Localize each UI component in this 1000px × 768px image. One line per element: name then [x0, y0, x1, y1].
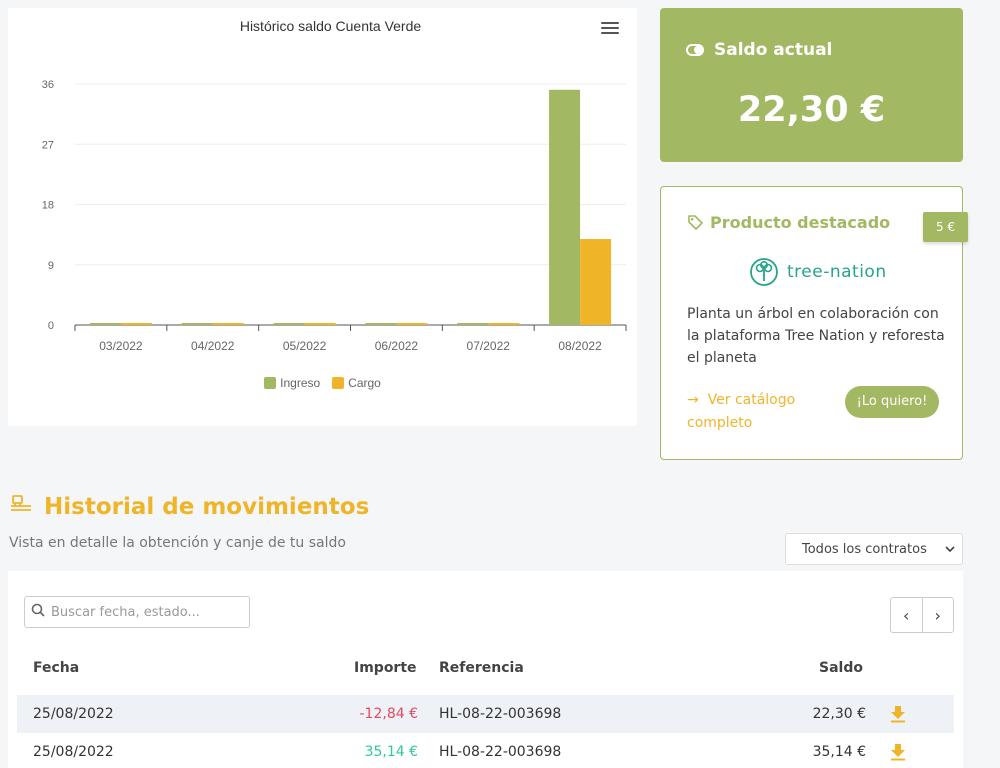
bar-cargo	[396, 323, 428, 325]
search-input[interactable]: Buscar fecha, estado...	[24, 596, 250, 628]
cell-importe: 35,14 €	[364, 744, 418, 760]
producto-title: Producto destacado	[710, 213, 891, 232]
price-badge: 5 €	[923, 212, 968, 242]
cell-fecha: 25/08/2022	[33, 706, 114, 722]
legend-item-cargo[interactable]: Cargo	[332, 376, 381, 390]
bar-cargo	[488, 323, 520, 325]
cell-importe: -12,84 €	[359, 706, 419, 722]
column-header-importe[interactable]: Importe	[354, 660, 417, 676]
bar-ingreso	[273, 323, 305, 325]
chart-title: Histórico saldo Cuenta Verde	[239, 18, 422, 34]
download-icon[interactable]	[890, 743, 906, 765]
y-tick-label: 36	[42, 79, 54, 91]
producto-header: Producto destacado	[687, 213, 890, 232]
producto-destacado-card: Producto destacado 5 € tree-nation Plant…	[660, 186, 968, 460]
cell-referencia: HL-08-22-003698	[439, 744, 562, 760]
bar-ingreso	[549, 89, 581, 325]
tree-nation-icon	[750, 258, 778, 286]
historial-heading: Historial de movimientos	[10, 494, 369, 520]
bar-chart: 0 9 18 27 36 03/2022 04/2022 05/2022 06/2022 07/2…	[42, 79, 627, 353]
y-tick-label: 18	[42, 200, 54, 212]
toggle-icon	[686, 44, 704, 56]
movimientos-table: Buscar fecha, estado... ‹ › Fecha Import…	[8, 571, 963, 768]
ledger-icon	[10, 494, 32, 520]
tag-icon	[687, 214, 704, 231]
historial-title: Historial de movimientos	[44, 494, 370, 520]
ver-catalogo-link[interactable]: → Ver catálogo completo	[687, 389, 817, 435]
cell-saldo: 22,30 €	[812, 706, 866, 722]
legend-label: Ingreso	[280, 376, 321, 390]
lo-quiero-button[interactable]: ¡Lo quiero!	[845, 386, 939, 418]
table-row: 25/08/2022 -12,84 € HL-08-22-003698 22,3…	[17, 695, 954, 733]
chevron-left-icon[interactable]: ‹	[891, 598, 922, 632]
x-tick-label: 05/2022	[283, 339, 327, 353]
cell-referencia: HL-08-22-003698	[439, 706, 562, 722]
saldo-header: Saldo actual	[686, 40, 832, 60]
download-icon[interactable]	[890, 705, 906, 727]
x-tick-label: 04/2022	[191, 339, 235, 353]
chevron-down-icon	[944, 542, 956, 560]
y-tick-label: 9	[48, 260, 54, 272]
bar-ingreso	[457, 323, 489, 325]
legend-swatch-icon	[264, 377, 277, 389]
contract-select[interactable]: Todos los contratos	[785, 533, 963, 565]
y-tick-label: 0	[48, 320, 54, 332]
bar-ingreso	[181, 323, 213, 325]
y-tick-label: 27	[42, 139, 54, 151]
saldo-actual-card: Saldo actual 22,30 €	[660, 8, 963, 162]
tree-nation-logo: tree-nation	[749, 257, 887, 287]
column-header-fecha[interactable]: Fecha	[33, 660, 79, 676]
column-header-referencia[interactable]: Referencia	[439, 660, 524, 676]
arrow-right-icon: →	[687, 392, 708, 408]
legend-label: Cargo	[348, 376, 381, 390]
cell-saldo: 35,14 €	[812, 744, 866, 760]
search-placeholder: Buscar fecha, estado...	[51, 604, 200, 620]
bar-ingreso	[365, 323, 397, 325]
bar-cargo	[580, 239, 612, 325]
search-icon	[31, 603, 45, 621]
bar-cargo	[120, 323, 152, 325]
tree-nation-wordmark: tree-nation	[787, 262, 887, 282]
saldo-value: 22,30 €	[737, 90, 886, 130]
chart-card: 0 9 18 27 36 03/2022 04/2022 05/2022 06/2022 07/2…	[8, 8, 637, 426]
x-tick-label: 07/2022	[467, 339, 511, 353]
x-tick-label: 03/2022	[99, 339, 143, 353]
legend-item-ingreso[interactable]: Ingreso	[264, 376, 320, 390]
producto-description: Planta un árbol en colaboración con la p…	[687, 306, 945, 366]
legend-swatch-icon	[332, 377, 345, 389]
historial-subtitle: Vista en detalle la obtención y canje de…	[9, 535, 346, 551]
cell-fecha: 25/08/2022	[33, 744, 114, 760]
bar-ingreso	[89, 323, 121, 325]
chevron-right-icon[interactable]: ›	[921, 598, 954, 632]
pagination: ‹ ›	[890, 597, 954, 633]
hamburger-menu-icon[interactable]	[601, 22, 619, 35]
column-header-saldo[interactable]: Saldo	[819, 660, 863, 676]
bar-cargo	[304, 323, 336, 325]
bar-cargo	[212, 323, 244, 325]
x-tick-label: 06/2022	[375, 339, 419, 353]
saldo-label: Saldo actual	[714, 40, 833, 60]
contract-select-value: Todos los contratos	[802, 541, 927, 557]
table-row: 25/08/2022 35,14 € HL-08-22-003698 35,14…	[17, 733, 954, 768]
chart-legend: Ingreso Cargo	[8, 376, 637, 390]
x-tick-label: 08/2022	[558, 339, 602, 353]
